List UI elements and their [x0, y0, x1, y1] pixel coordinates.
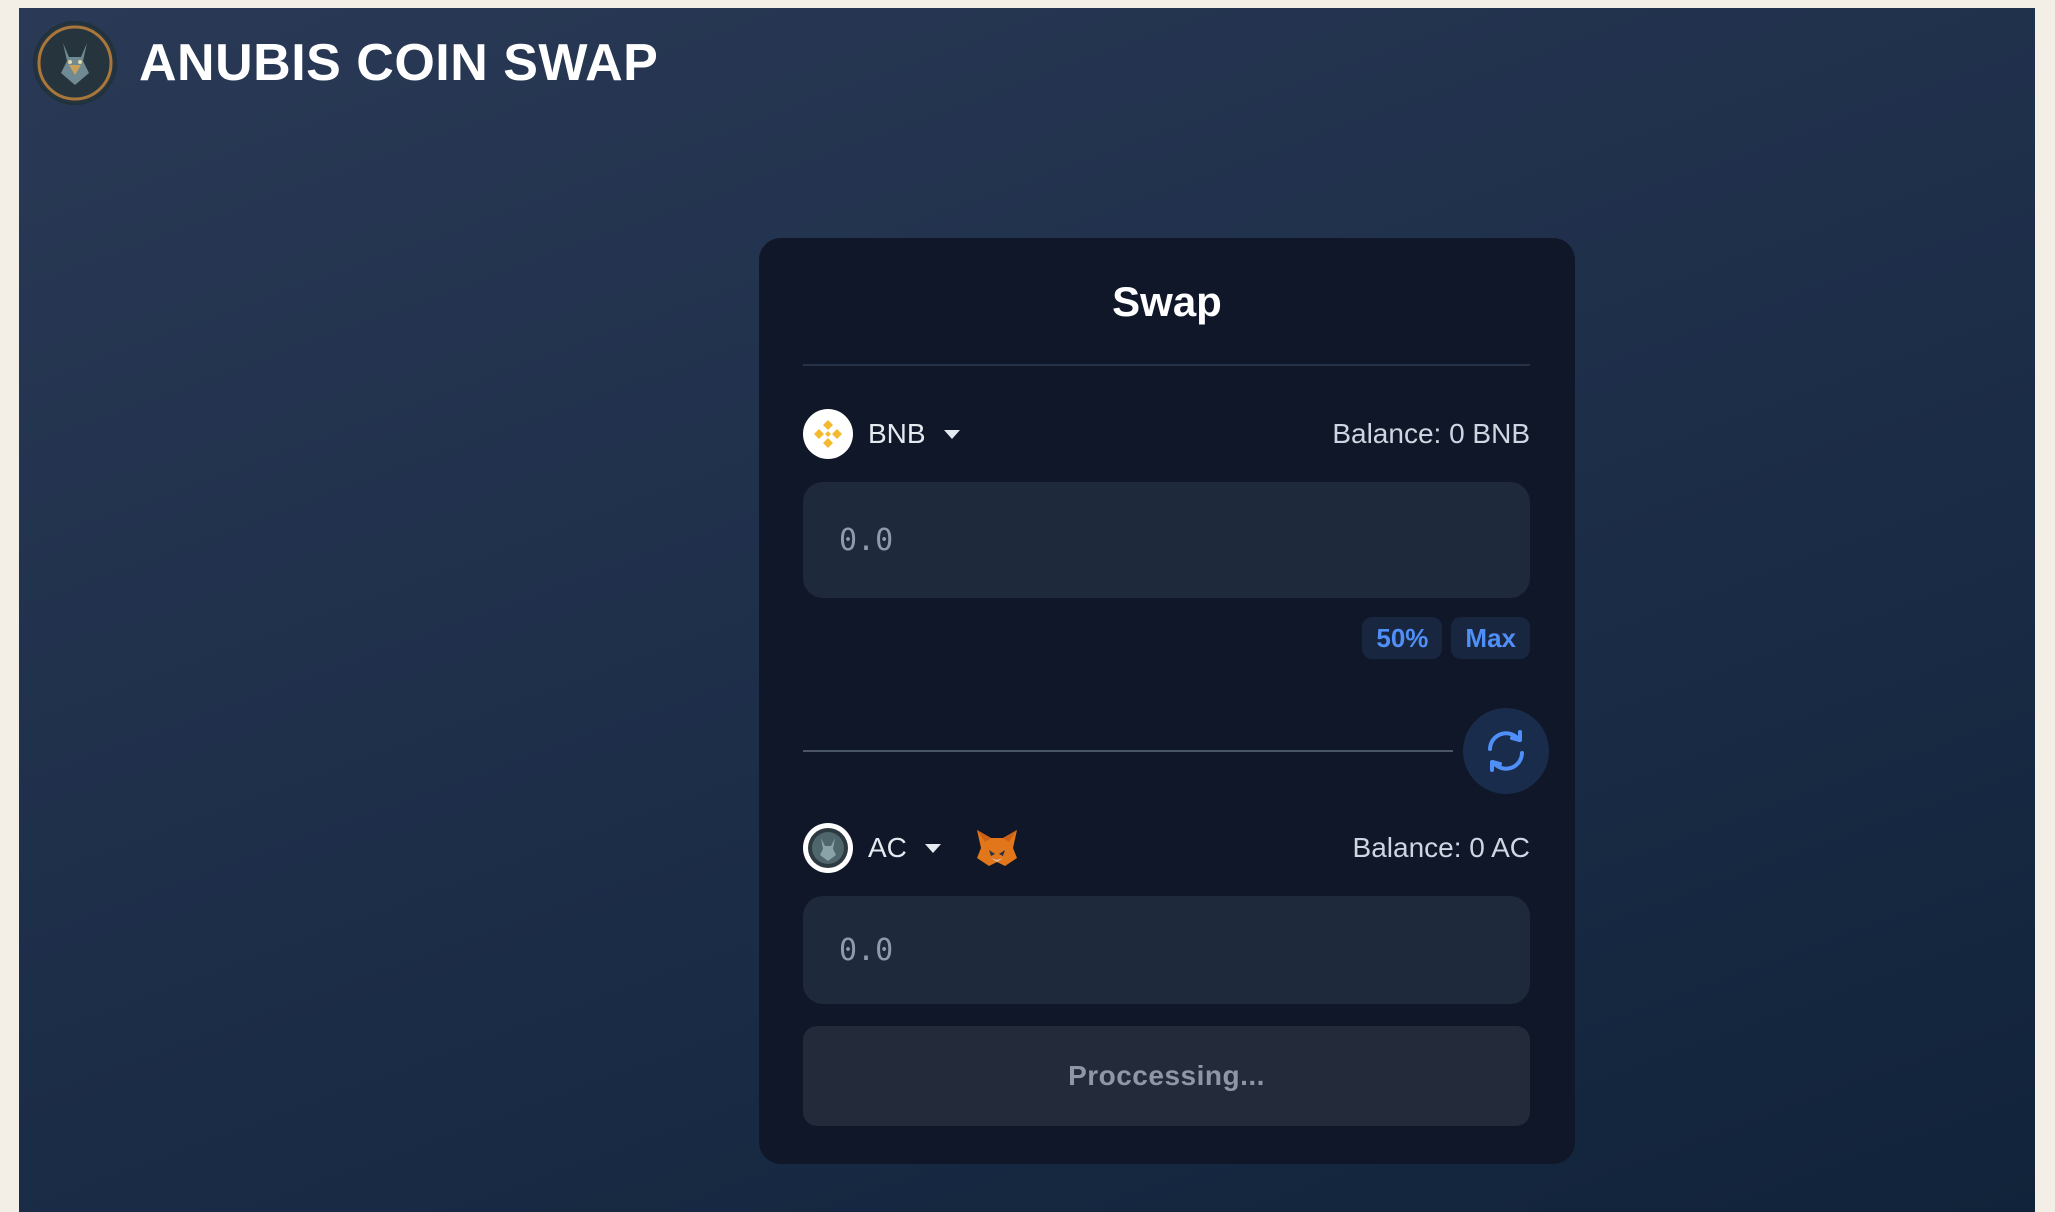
to-token-selector[interactable]: AC — [803, 823, 941, 873]
from-amount-input[interactable] — [803, 482, 1530, 598]
from-token-selector[interactable]: BNB — [803, 409, 960, 459]
swap-divider — [803, 750, 1453, 752]
max-button[interactable]: Max — [1451, 617, 1530, 659]
from-token-row: BNB Balance: 0 BNB — [803, 408, 1530, 460]
app-title: ANUBIS COIN SWAP — [139, 34, 659, 92]
swap-submit-button[interactable]: Proccessing... — [803, 1026, 1530, 1126]
to-amount-input[interactable] — [803, 896, 1530, 1004]
chevron-down-icon — [924, 843, 941, 853]
to-balance: Balance: 0 AC — [1352, 832, 1530, 863]
percent-buttons: 50% Max — [1362, 617, 1530, 659]
metamask-fox-icon[interactable] — [975, 826, 1019, 870]
chevron-down-icon — [943, 429, 960, 439]
to-token-row: AC Balance: 0 AC — [803, 822, 1530, 874]
app-frame: ANUBIS COIN SWAP Swap BNB Balance: 0 BNB… — [19, 8, 2035, 1212]
swap-title: Swap — [1112, 278, 1222, 325]
anubis-logo-icon — [33, 21, 117, 105]
from-token-symbol: BNB — [868, 418, 926, 449]
brand-header: ANUBIS COIN SWAP — [33, 21, 658, 105]
swap-card: Swap BNB Balance: 0 BNB 0.0 50% Max AC B… — [759, 238, 1575, 1164]
anubis-coin-icon — [803, 823, 853, 873]
title-divider — [803, 364, 1530, 366]
bnb-icon — [803, 409, 853, 459]
fifty-percent-button[interactable]: 50% — [1362, 617, 1443, 659]
to-token-symbol: AC — [868, 832, 907, 863]
swap-arrows-icon — [1488, 730, 1524, 772]
from-balance: Balance: 0 BNB — [1332, 418, 1530, 449]
swap-direction-button[interactable] — [1463, 708, 1549, 794]
